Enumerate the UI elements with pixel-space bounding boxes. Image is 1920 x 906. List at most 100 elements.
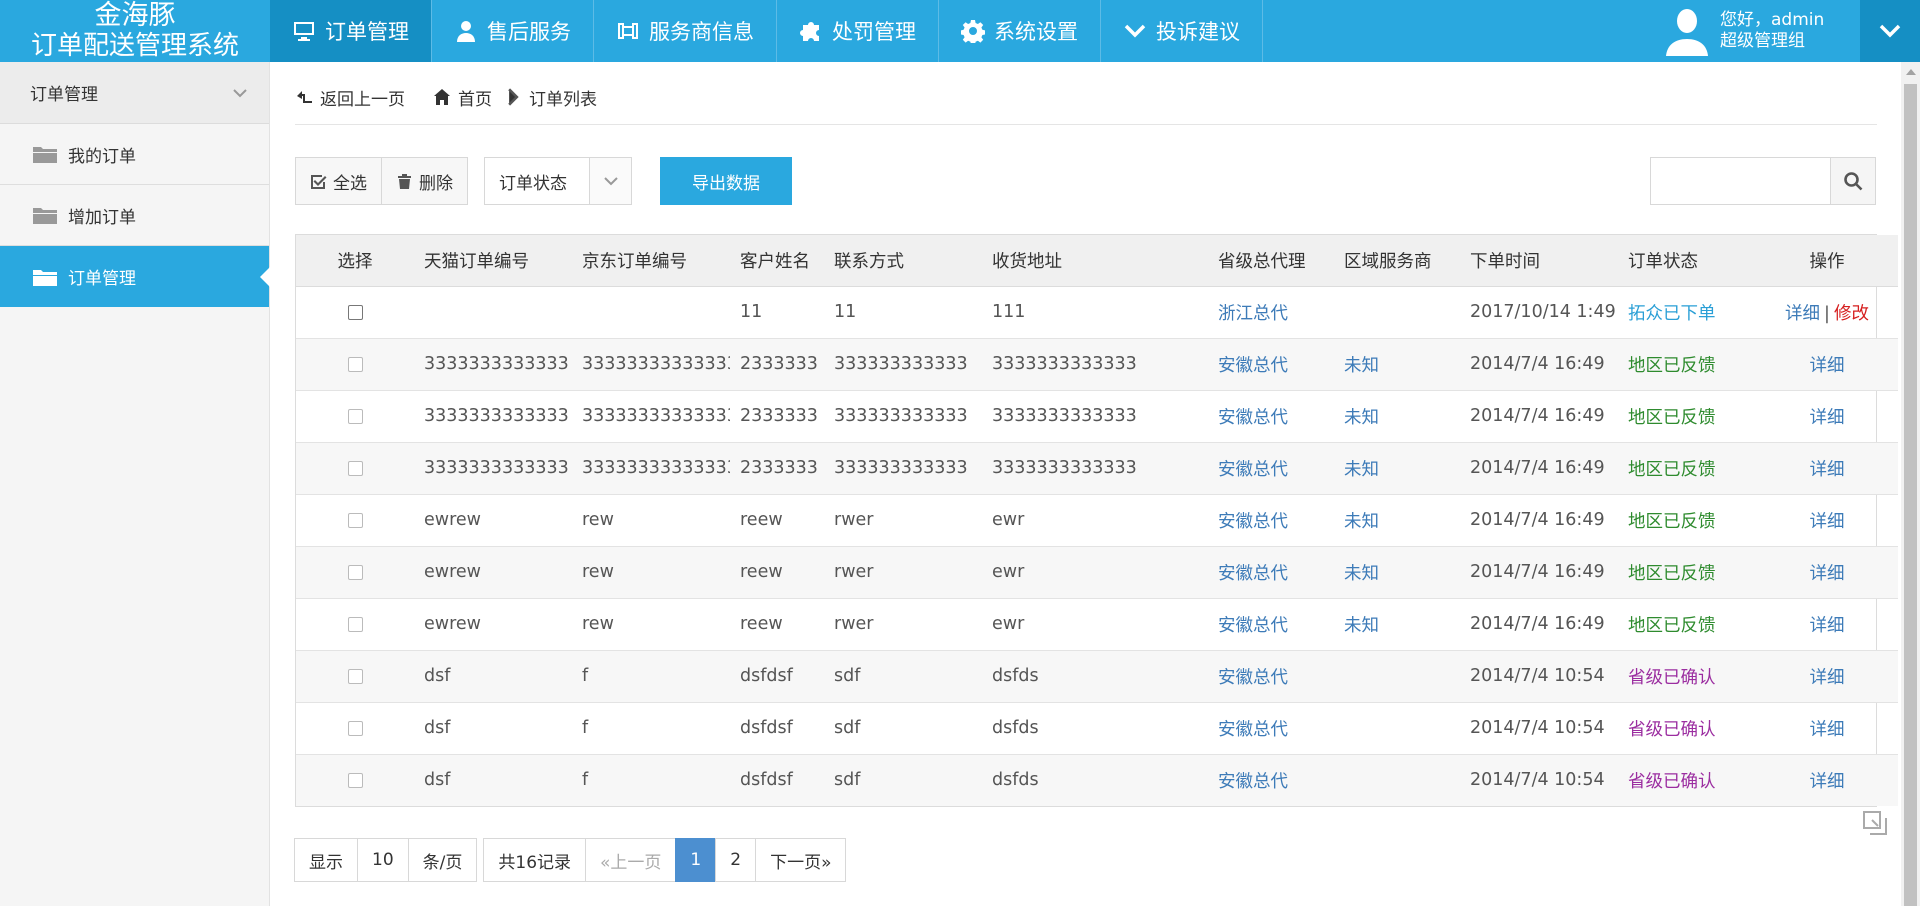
nav-item-penalty[interactable]: 处罚管理 [777,0,939,62]
cell-regional-provider[interactable]: 未知 [1334,441,1460,494]
home-icon [434,89,450,105]
col-actions: 操作 [1756,235,1898,287]
detail-link[interactable]: 详细 [1785,304,1820,324]
detail-link[interactable]: 详细 [1810,772,1845,792]
page-button-2[interactable]: 2 [715,838,757,882]
cell-order-time: 2017/10/14 1:49 [1470,302,1616,322]
sidebar: 订单管理 我的订单 增加订单 订单管理 [0,62,270,906]
search-button[interactable] [1830,157,1876,205]
search-input[interactable] [1650,157,1830,205]
cell-regional-provider[interactable] [1334,753,1460,806]
row-checkbox[interactable] [347,772,363,788]
nav-item-settings[interactable]: 系统设置 [939,0,1101,62]
user-menu-toggle[interactable] [1860,0,1920,62]
row-checkbox[interactable] [347,564,363,580]
cell-customer-name: 2333333 [730,389,824,442]
detail-link[interactable]: 详细 [1810,408,1845,428]
cell-jd-id: rew [572,545,730,598]
page-nav-group: 共16记录 «上一页 1 2 下一页» [483,838,847,882]
cell-tmall-id: dsf [414,701,572,754]
cell-select [296,337,414,390]
cell-regional-provider[interactable]: 未知 [1334,597,1460,650]
cell-provincial-agent[interactable]: 安徽总代 [1208,649,1334,702]
cell-regional-provider[interactable]: 未知 [1334,493,1460,546]
sidebar-item-my-orders[interactable]: 我的订单 [0,124,269,185]
gear-icon [961,20,985,43]
detail-link[interactable]: 详细 [1810,512,1845,532]
cell-provincial-agent[interactable]: 安徽总代 [1208,493,1334,546]
detail-link[interactable]: 详细 [1810,720,1845,740]
row-checkbox[interactable] [347,720,363,736]
cell-tmall-id: ewrew [414,597,572,650]
col-select: 选择 [296,235,414,287]
home-label: 首页 [458,89,492,110]
detail-link[interactable]: 详细 [1810,564,1845,584]
page-size-unit: 条/页 [407,838,478,882]
cell-regional-provider[interactable] [1334,701,1460,754]
detail-link[interactable]: 详细 [1810,616,1845,636]
cell-provincial-agent[interactable]: 安徽总代 [1208,597,1334,650]
cell-actions: 详细 [1756,337,1898,390]
row-checkbox[interactable] [347,460,363,476]
row-checkbox[interactable] [347,616,363,632]
edit-link[interactable]: 修改 [1834,304,1869,324]
row-checkbox[interactable] [347,408,363,424]
page-button-1[interactable]: 1 [675,838,717,882]
home-link[interactable]: 首页 [433,85,492,110]
next-page-button[interactable]: 下一页» [755,838,847,882]
status-select-value: 订单状态 [499,173,567,194]
row-checkbox[interactable] [347,512,363,528]
delete-button[interactable]: 删除 [381,158,467,204]
row-checkbox[interactable] [347,356,363,372]
nav-item-orders[interactable]: 订单管理 [270,0,432,62]
cell-select [296,441,414,494]
detail-link[interactable]: 详细 [1810,668,1845,688]
sidebar-item-order-manage[interactable]: 订单管理 [0,246,270,307]
scroll-up-arrow[interactable] [1906,69,1916,75]
back-link[interactable]: 返回上一页 [295,85,405,110]
cell-customer-name: 11 [740,302,763,322]
cell-regional-provider[interactable]: 未知 [1334,389,1460,442]
cell-provincial-agent[interactable]: 安徽总代 [1208,753,1334,806]
cell-regional-provider[interactable] [1334,649,1460,702]
cell-address: 111 [992,302,1026,322]
row-checkbox[interactable] [347,668,363,684]
top-nav: 订单管理 售后服务 服务商信息 处罚管理 系统设置 投诉建议 [270,0,1263,62]
folder-icon [33,147,57,163]
cell-provincial-agent[interactable]: 安徽总代 [1208,441,1334,494]
detail-link[interactable]: 详细 [1810,460,1845,480]
status-select[interactable]: 订单状态 [484,157,632,205]
cell-provincial-agent[interactable]: 安徽总代 [1208,545,1334,598]
cell-regional-provider[interactable] [1334,286,1460,338]
chevron-down-icon [233,89,247,98]
nav-item-provider-info[interactable]: 服务商信息 [594,0,777,62]
row-checkbox[interactable] [347,304,363,320]
cell-tmall-id: 3333333333333 [414,441,572,494]
logo-line2: 订单配送管理系统 [30,31,239,61]
page-size-value[interactable]: 10 [357,838,409,882]
sidebar-group-orders[interactable]: 订单管理 [0,62,269,124]
cell-regional-provider[interactable]: 未知 [1334,545,1460,598]
cell-provincial-agent[interactable]: 安徽总代 [1208,389,1334,442]
cell-customer-name: reew [730,597,824,650]
select-all-button[interactable]: 全选 [296,158,381,204]
nav-item-complaints[interactable]: 投诉建议 [1101,0,1263,62]
export-button[interactable]: 导出数据 [660,157,792,205]
table-row: dsf f dsfdsf sdf dsfds 安徽总代 2014/7/4 10:54 省级已确… [296,701,1898,754]
sidebar-item-add-order[interactable]: 增加订单 [0,185,269,246]
col-contact: 联系方式 [824,235,982,287]
cell-provincial-agent[interactable]: 浙江总代 [1208,286,1334,338]
col-regional-provider: 区域服务商 [1334,235,1460,287]
prev-page-button[interactable]: «上一页 [585,838,677,882]
cell-provincial-agent[interactable]: 安徽总代 [1208,337,1334,390]
vertical-scrollbar[interactable] [1901,62,1920,906]
nav-item-after-sales[interactable]: 售后服务 [432,0,594,62]
resize-icon[interactable] [1860,808,1890,838]
nav-label: 处罚管理 [832,20,916,44]
cell-regional-provider[interactable]: 未知 [1334,337,1460,390]
detail-link[interactable]: 详细 [1810,356,1845,376]
cell-jd-id: f [572,701,730,754]
user-info[interactable]: 您好，admin 超级管理组 [1662,0,1824,62]
cell-provincial-agent[interactable]: 安徽总代 [1208,701,1334,754]
scroll-thumb[interactable] [1904,84,1917,906]
